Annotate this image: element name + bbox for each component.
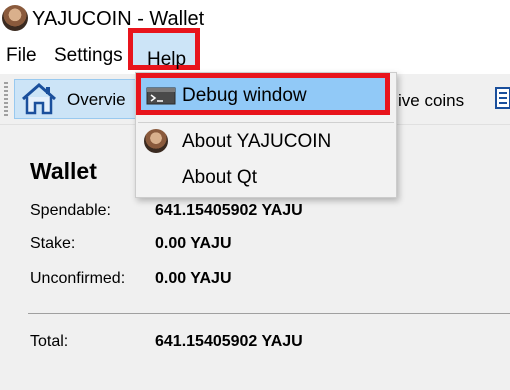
- about-qt-label: About Qt: [182, 167, 257, 188]
- menu-item-about-yajucoin[interactable]: About YAJUCOIN: [136, 123, 396, 159]
- user-avatar-icon: [144, 129, 168, 153]
- unconfirmed-value: 0.00 YAJU: [155, 270, 232, 287]
- title-bar: YAJUCOIN - Wallet: [0, 0, 510, 38]
- menu-item-about-qt[interactable]: About Qt: [136, 161, 396, 197]
- home-icon: [22, 83, 56, 115]
- about-yajucoin-label: About YAJUCOIN: [182, 131, 332, 152]
- menu-file[interactable]: File: [6, 38, 37, 74]
- user-avatar-icon: [2, 5, 28, 31]
- debug-window-label: Debug window: [182, 85, 307, 106]
- overview-button[interactable]: Overvie: [14, 79, 144, 119]
- terminal-icon: [146, 87, 176, 105]
- unconfirmed-label: Unconfirmed:: [30, 270, 126, 287]
- menu-item-debug-window[interactable]: Debug window: [136, 73, 390, 115]
- toolbar-grip[interactable]: [4, 82, 8, 116]
- address-book-icon[interactable]: [494, 86, 510, 110]
- help-menu-dropdown: Debug window About YAJUCOIN About Qt: [135, 72, 397, 198]
- menu-settings[interactable]: Settings: [54, 38, 123, 74]
- total-value: 641.15405902 YAJU: [155, 333, 303, 350]
- menu-bar: File Settings Help: [0, 28, 510, 74]
- spendable-value: 641.15405902 YAJU: [155, 202, 303, 219]
- spendable-label: Spendable:: [30, 202, 111, 219]
- receive-coins-label[interactable]: ive coins: [398, 90, 464, 112]
- stake-label: Stake:: [30, 235, 76, 252]
- total-divider: [28, 313, 510, 314]
- overview-label: Overvie: [67, 90, 126, 109]
- menu-help[interactable]: Help: [128, 28, 200, 70]
- total-label: Total:: [30, 333, 69, 350]
- wallet-heading: Wallet: [30, 158, 97, 184]
- stake-value: 0.00 YAJU: [155, 235, 232, 252]
